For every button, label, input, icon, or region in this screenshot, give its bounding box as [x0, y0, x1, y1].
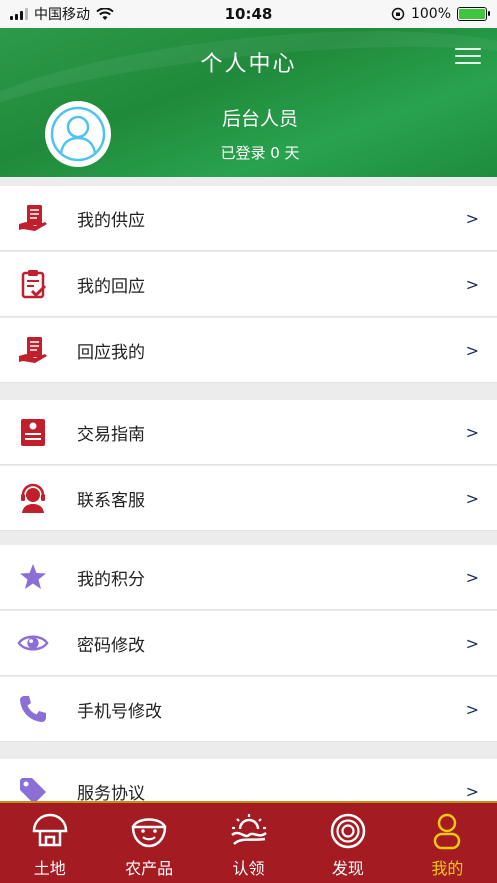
tab-label: 我的 [431, 859, 464, 878]
eye-icon [17, 627, 49, 659]
phone-icon [17, 693, 49, 725]
menu-item-change-password[interactable]: 密码修改 > [0, 611, 497, 676]
menu-item-label: 密码修改 [77, 635, 145, 656]
tab-label: 发现 [331, 859, 364, 878]
user-avatar-icon[interactable] [45, 101, 111, 167]
menu-item-label: 我的积分 [77, 569, 145, 590]
tab-land[interactable]: 土地 [0, 803, 99, 883]
star-icon [17, 561, 49, 593]
tab-label: 土地 [33, 859, 66, 878]
status-bar: 中国移动 10:48 100% [0, 0, 497, 28]
headset-icon [17, 482, 49, 514]
orientation-lock-icon [391, 7, 405, 21]
guide-card-icon [17, 416, 49, 448]
menu-item-label: 服务协议 [77, 783, 145, 804]
chevron-right-icon: > [465, 422, 479, 442]
chevron-right-icon: > [465, 488, 479, 508]
menu-item-trade-guide[interactable]: 交易指南 > [0, 400, 497, 465]
bottom-tab-bar: 土地 农产品 认领 发现 我的 [0, 801, 497, 883]
menu-item-label: 回应我的 [77, 342, 145, 363]
hamburger-icon[interactable] [455, 48, 481, 64]
tab-claim[interactable]: 认领 [199, 803, 298, 883]
tab-products[interactable]: 农产品 [99, 803, 198, 883]
menu-item-label: 我的回应 [77, 276, 145, 297]
sunrise-field-icon [229, 811, 269, 851]
menu-item-responses-to-me[interactable]: 回应我的 > [0, 318, 497, 383]
login-status: 已登录 0 天 [220, 144, 300, 162]
menu-item-label: 手机号修改 [77, 701, 162, 722]
document-hand-icon [17, 334, 49, 366]
document-hand-icon [17, 202, 49, 234]
smiley-bowl-icon [129, 811, 169, 851]
clipboard-check-icon [17, 268, 49, 300]
menu-item-label: 交易指南 [77, 424, 145, 445]
chevron-right-icon: > [465, 274, 479, 294]
profile-header: 个人中心 后台人员 已登录 0 天 [0, 28, 497, 177]
chevron-right-icon: > [465, 567, 479, 587]
menu-item-label: 我的供应 [77, 210, 145, 231]
mushroom-house-icon [30, 811, 70, 851]
chevron-right-icon: > [465, 699, 479, 719]
menu-item-my-response[interactable]: 我的回应 > [0, 252, 497, 317]
chevron-right-icon: > [465, 633, 479, 653]
chevron-right-icon: > [465, 340, 479, 360]
target-rings-icon [328, 811, 368, 851]
menu-item-my-supply[interactable]: 我的供应 > [0, 186, 497, 251]
tab-discover[interactable]: 发现 [298, 803, 397, 883]
tab-label: 认领 [232, 859, 265, 878]
battery-percent: 100% [410, 6, 451, 22]
menu-item-my-points[interactable]: 我的积分 > [0, 545, 497, 610]
user-name: 后台人员 [221, 108, 298, 130]
tab-label: 农产品 [125, 859, 174, 878]
chevron-right-icon: > [465, 781, 479, 801]
tab-mine[interactable]: 我的 [398, 803, 497, 883]
menu-item-change-phone[interactable]: 手机号修改 > [0, 677, 497, 742]
chevron-right-icon: > [465, 208, 479, 228]
battery-icon [457, 7, 490, 21]
menu-item-customer-service[interactable]: 联系客服 > [0, 466, 497, 531]
menu-item-label: 联系客服 [77, 490, 145, 511]
person-icon [427, 811, 467, 851]
page-title: 个人中心 [200, 52, 297, 77]
